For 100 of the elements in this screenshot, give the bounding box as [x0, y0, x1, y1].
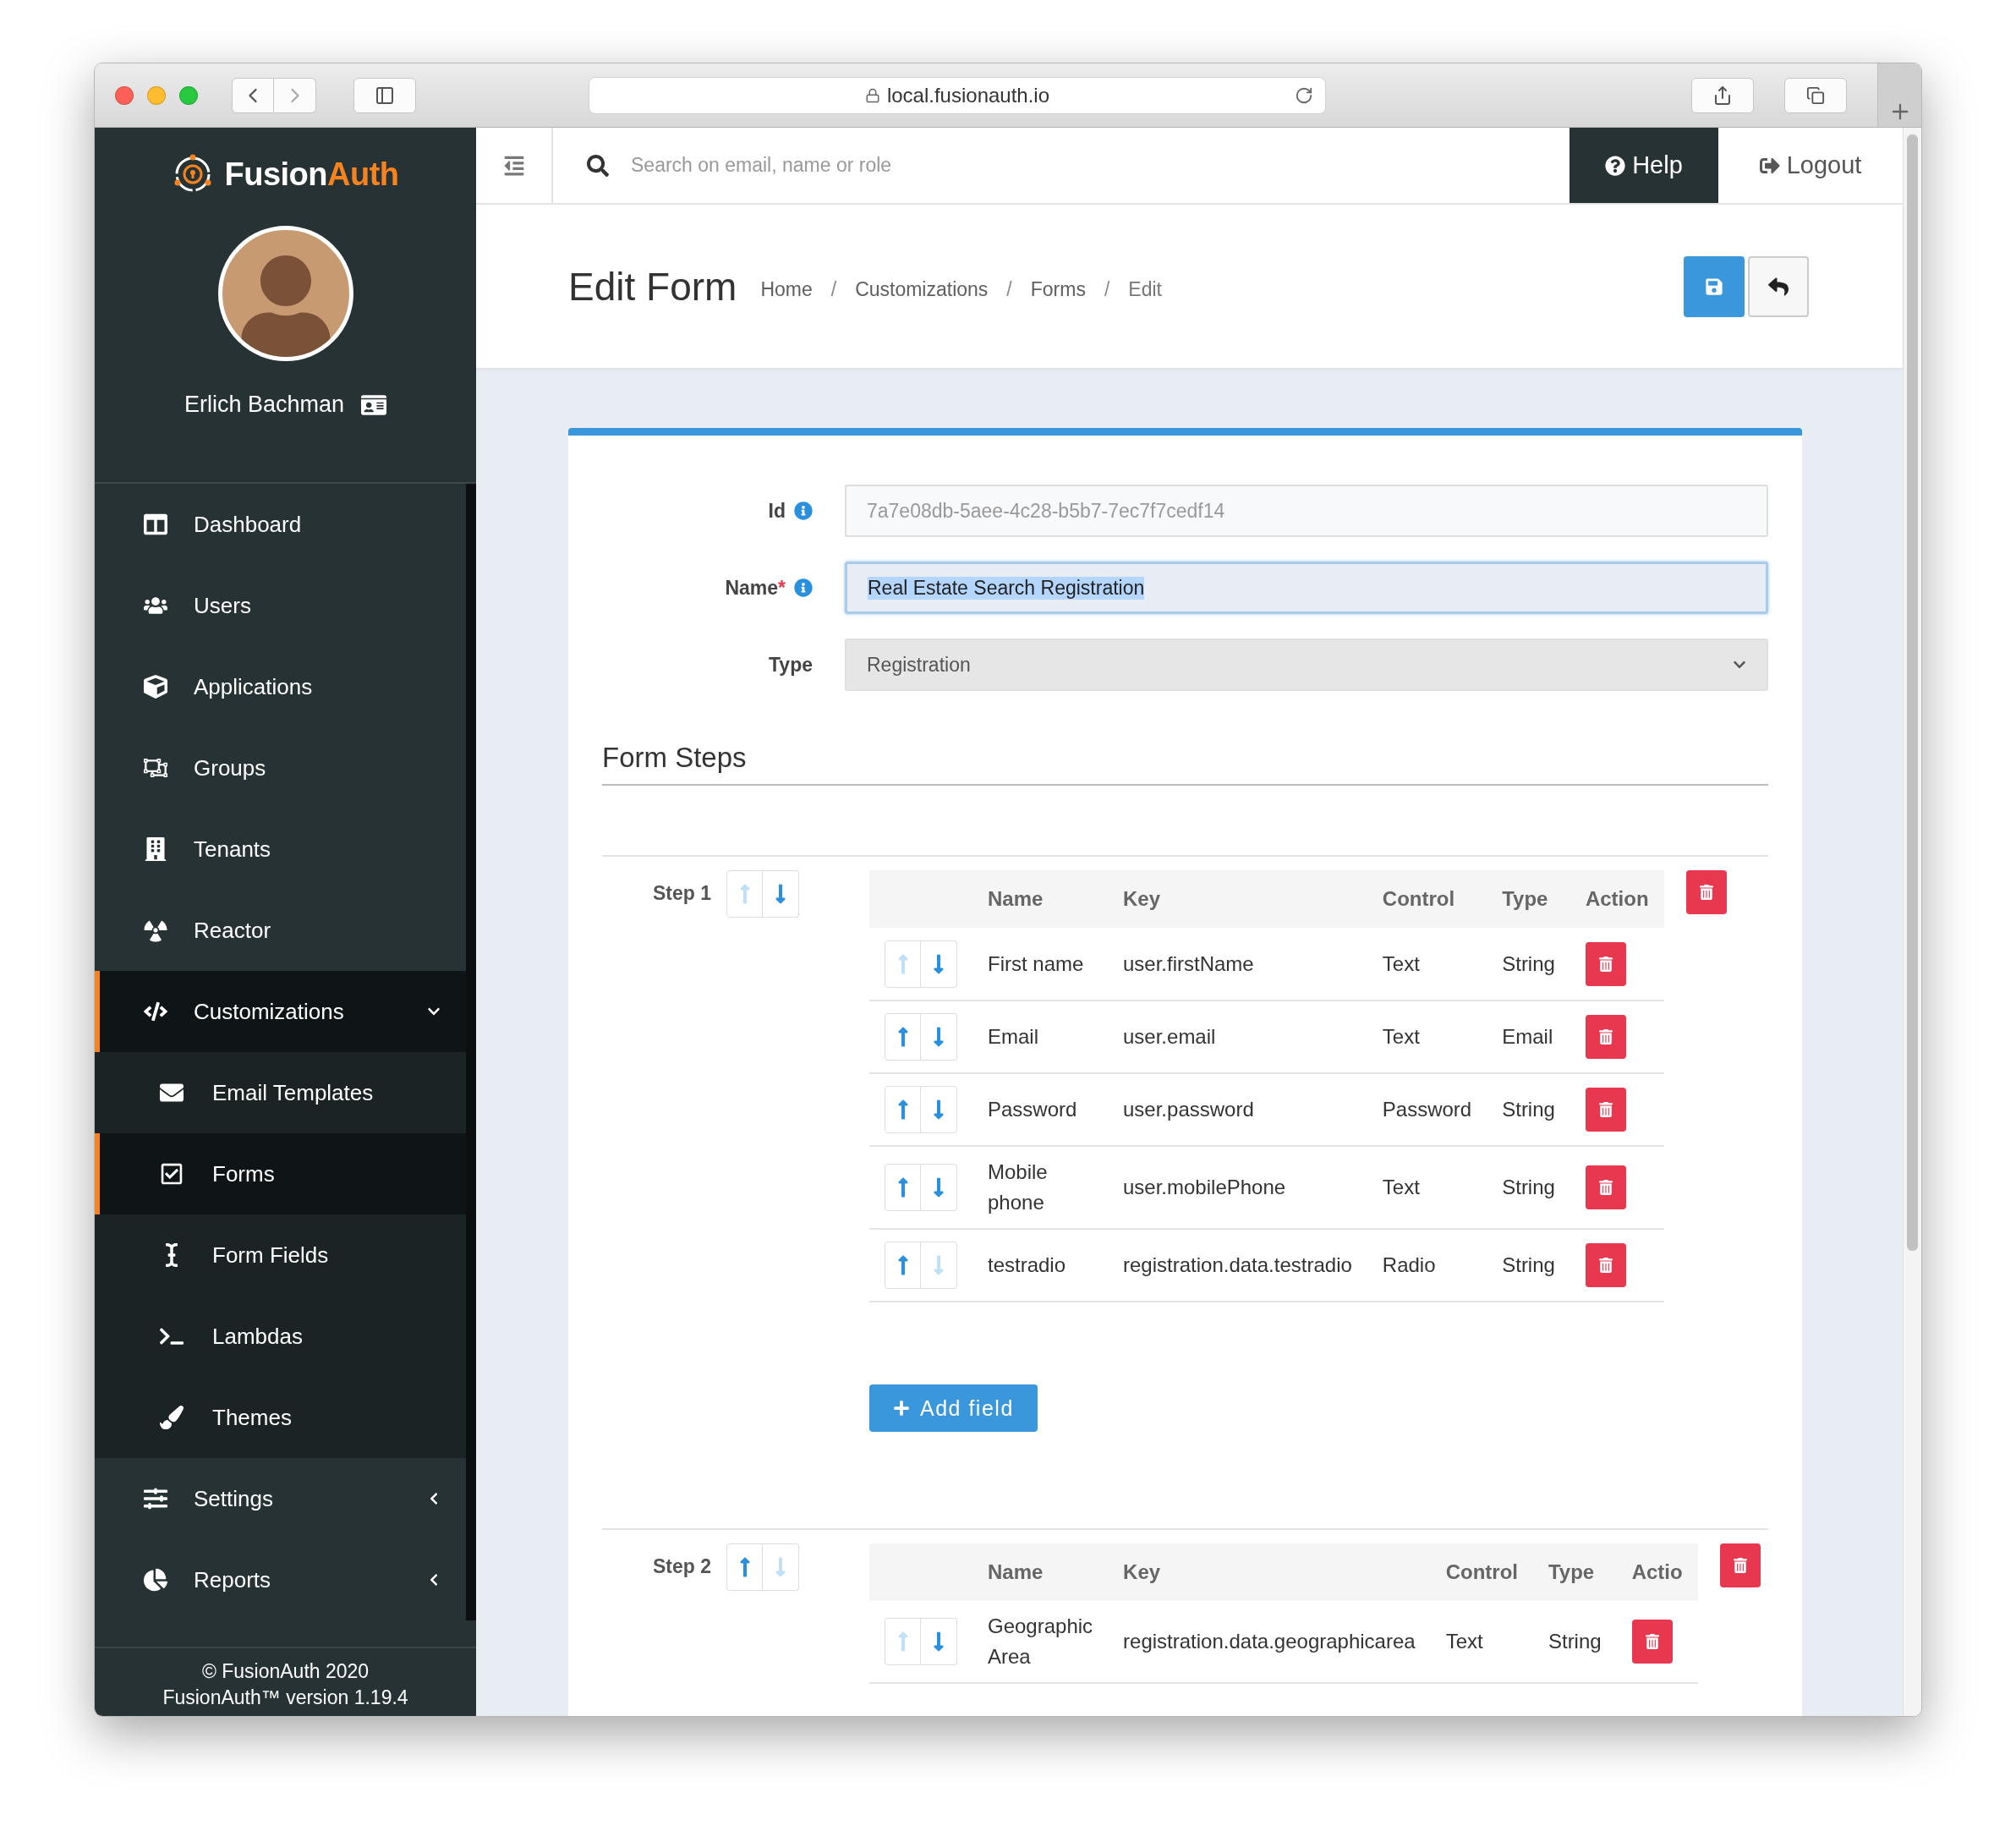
nav-subitem[interactable]: Lambdas [95, 1296, 466, 1377]
sidebar-icon [375, 85, 395, 106]
column-header: Name [972, 1543, 1109, 1601]
field-label: Id [768, 499, 786, 523]
info-icon[interactable] [794, 502, 813, 520]
move-down-button[interactable] [921, 1618, 957, 1665]
zoom-window-button[interactable] [179, 85, 198, 105]
nav-subitem[interactable]: Themes [95, 1377, 466, 1458]
code-icon [144, 1000, 167, 1023]
column-header: Key [1108, 1543, 1431, 1601]
table-cell: String [1487, 1073, 1570, 1146]
table-cell: Text [1367, 1000, 1487, 1073]
delete-button[interactable] [1585, 941, 1626, 986]
breadcrumb-separator: / [1006, 278, 1012, 301]
move-up-button[interactable] [726, 1543, 764, 1591]
input-field[interactable]: Real Estate Search Registration [845, 562, 1768, 614]
trash-icon [1644, 1634, 1660, 1649]
table-cell: user.firstName [1108, 928, 1367, 1000]
footer-text: © FusionAuth 2020 [201, 1660, 370, 1683]
delete-step-button[interactable] [1719, 1543, 1761, 1587]
trash-icon [1597, 1029, 1613, 1044]
delete-button[interactable] [1631, 1620, 1673, 1664]
nav-item[interactable]: Customizations [95, 971, 466, 1052]
delete-button[interactable] [1585, 1015, 1626, 1059]
table-cell: String [1532, 1601, 1617, 1683]
share-icon [1712, 85, 1733, 106]
user-name: Erlich Bachman [184, 392, 345, 418]
column-header: Actio [1616, 1543, 1698, 1601]
table-cell: String [1487, 928, 1570, 1000]
info-icon[interactable] [794, 578, 813, 597]
table-cell: user.password [1108, 1073, 1367, 1146]
table-cell: First name [972, 928, 1108, 1000]
scrollbar-thumb[interactable] [1907, 134, 1918, 1251]
field-label: Type [769, 653, 813, 677]
move-up-button[interactable] [885, 1013, 921, 1061]
cube-icon [144, 675, 167, 699]
menu-icon [502, 154, 525, 177]
breadcrumb-link[interactable]: Customizations [855, 278, 989, 301]
move-up-button[interactable] [885, 1086, 921, 1133]
nav-subitem[interactable]: Form Fields [95, 1214, 466, 1296]
trash-icon [1597, 1180, 1613, 1195]
step-label: Step 1 [653, 881, 712, 905]
column-header: Control [1367, 870, 1487, 928]
column-header: Type [1487, 870, 1570, 928]
close-window-button[interactable] [115, 85, 134, 105]
help-button[interactable]: Help [1570, 128, 1718, 203]
select-field[interactable]: Registration [845, 639, 1768, 691]
save-icon [1705, 277, 1723, 296]
table-cell: Email [972, 1000, 1108, 1073]
table-cell: String [1487, 1229, 1570, 1302]
nav-subitem[interactable]: Email Templates [95, 1052, 466, 1133]
table-cell: String [1487, 1146, 1570, 1229]
table-cell: Text [1367, 928, 1487, 1000]
section-title: Form Steps [602, 742, 1768, 786]
move-down-button[interactable] [921, 1086, 957, 1133]
pie-chart-icon [144, 1568, 167, 1592]
paintbrush-icon [160, 1406, 184, 1429]
checkbox-icon [160, 1162, 184, 1186]
move-down-button[interactable] [921, 1013, 957, 1061]
table-cell: Email [1487, 1000, 1570, 1073]
search-field[interactable]: Search on email, name or role [629, 153, 1221, 178]
column-header: Type [1532, 1543, 1617, 1601]
tabs-icon [1806, 85, 1825, 105]
column-header: Name [972, 870, 1108, 928]
delete-step-button[interactable] [1685, 870, 1727, 914]
minimize-window-button[interactable] [147, 85, 166, 105]
breadcrumb-current: Edit [1128, 278, 1162, 301]
delete-button[interactable] [1585, 1088, 1626, 1132]
nav-subitem[interactable]: Forms [95, 1133, 466, 1214]
breadcrumb-link[interactable]: Home [760, 278, 813, 301]
search-icon [587, 154, 609, 177]
lock-icon [864, 87, 880, 103]
group-icon [144, 756, 167, 780]
table-cell: Mobile phone [972, 1146, 1108, 1229]
breadcrumb-separator: / [830, 278, 837, 301]
footer-text: FusionAuth™ version 1.19.4 [162, 1686, 408, 1709]
logo-text: FusionAuth [224, 156, 399, 193]
column-header: Key [1108, 870, 1367, 928]
table-cell: Password [972, 1073, 1108, 1146]
reply-arrow-icon [1768, 276, 1789, 297]
step-label: Step 2 [653, 1554, 712, 1578]
sidebar-toggle-button[interactable] [353, 77, 416, 113]
tabs-button[interactable] [1784, 77, 1847, 113]
back-button[interactable] [1748, 255, 1809, 317]
sliders-icon [144, 1487, 167, 1510]
move-down-button[interactable] [921, 1164, 957, 1211]
address-bar[interactable]: local.fusionauth.io [589, 76, 1326, 114]
trash-icon [1597, 956, 1613, 972]
move-up-button[interactable] [885, 1242, 921, 1289]
reload-icon[interactable] [1295, 85, 1313, 105]
share-button[interactable] [1691, 77, 1754, 113]
breadcrumb-link[interactable]: Forms [1030, 278, 1086, 301]
plus-icon [893, 1400, 910, 1417]
move-up-button[interactable] [885, 1164, 921, 1211]
move-down-button[interactable] [763, 870, 800, 918]
move-down-button[interactable] [921, 940, 957, 988]
delete-button[interactable] [1585, 1165, 1626, 1209]
column-header: Action [1570, 870, 1664, 928]
delete-button[interactable] [1585, 1243, 1626, 1287]
breadcrumb-separator: / [1104, 278, 1110, 301]
